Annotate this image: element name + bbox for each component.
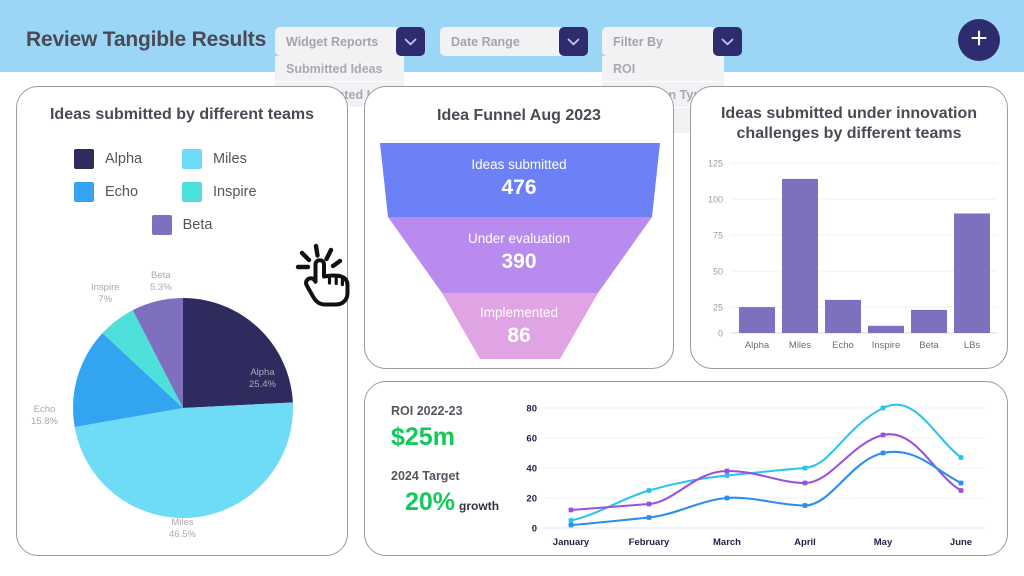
app-header: Review Tangible Results Widget Reports S… [0, 0, 1024, 133]
legend-item-alpha[interactable]: Alpha [74, 149, 182, 169]
x-label-lbs: LBs [964, 340, 981, 351]
legend-label-alpha: Alpha [105, 151, 143, 167]
bar-chart: 125 100 75 50 25 0 Alpha Miles Echo Insp… [691, 145, 1007, 360]
pie-label-inspire: Inspire 7% [91, 282, 120, 306]
target-caption: 2024 Target [391, 469, 460, 483]
chevron-down-icon[interactable] [559, 27, 588, 56]
legend-swatch-miles [182, 149, 202, 169]
bar-beta [911, 309, 947, 333]
funnel-chart-svg [380, 143, 660, 359]
x-label-march: March [713, 537, 741, 548]
line-chart: 80 60 40 20 0 January February March Apr… [515, 388, 1007, 553]
y-tick-75: 75 [713, 231, 723, 241]
legend-label-inspire: Inspire [213, 184, 257, 200]
roi-caption: ROI 2022-23 [391, 404, 463, 418]
roi-summary: ROI 2022-23 $25m 2024 Target 20% growth [391, 404, 519, 517]
bar-echo [825, 299, 861, 333]
dropdown-widget-reports[interactable]: Widget Reports Submitted Ideas Implement… [275, 27, 425, 107]
x-label-miles: Miles [789, 340, 811, 351]
bar-chart-title: Ideas submitted under innovation challen… [720, 105, 978, 143]
chevron-down-icon[interactable] [396, 27, 425, 56]
bar-lbs [954, 213, 990, 333]
y-tick-0: 0 [532, 524, 537, 535]
funnel-chart: Ideas submitted 476 Under evaluation 390… [365, 137, 673, 365]
x-label-alpha: Alpha [745, 340, 770, 351]
target-value-row: 20% growth [405, 488, 519, 517]
x-label-june: June [950, 537, 972, 548]
click-hand-cursor-icon [292, 243, 362, 314]
page-title: Review Tangible Results [26, 28, 267, 51]
x-label-february: February [629, 537, 670, 548]
y-tick-25: 25 [713, 303, 723, 313]
funnel-chart-title: Idea Funnel Aug 2023 [437, 107, 601, 124]
line-series-blue [569, 450, 963, 527]
target-suffix: growth [459, 499, 500, 513]
card-ideas-by-team: Ideas submitted by different teams Alpha… [16, 86, 348, 556]
y-tick-40: 40 [526, 464, 537, 475]
dropdown-widget-reports-field[interactable]: Widget Reports [275, 27, 425, 56]
pie-label-beta: Beta 5.3% [150, 270, 172, 294]
x-label-january: January [553, 537, 590, 548]
legend-label-beta: Beta [182, 217, 213, 233]
pie-label-alpha: Alpha 25.4% [249, 367, 276, 391]
dropdown-date-range[interactable]: Date Range [440, 27, 588, 56]
legend-swatch-alpha [74, 149, 94, 169]
funnel-segment-implemented [442, 293, 598, 359]
x-label-april: April [794, 537, 816, 548]
card-innovation-challenges: Ideas submitted under innovation challen… [690, 86, 1008, 369]
funnel-segment-ideas-submitted [380, 143, 660, 217]
bar-alpha [739, 307, 775, 333]
legend-item-inspire[interactable]: Inspire [182, 182, 290, 202]
y-tick-100: 100 [708, 195, 723, 205]
card-idea-funnel: Idea Funnel Aug 2023 Ideas submitted 476… [364, 86, 674, 369]
pie-label-echo: Echo 15.8% [31, 404, 58, 428]
dropdown-filter-by[interactable]: Filter By ROI Innovation Type Inventor [602, 27, 742, 133]
y-tick-50: 50 [713, 267, 723, 277]
line-chart-svg: 80 60 40 20 0 January February March Apr… [526, 403, 985, 548]
legend-swatch-beta [151, 215, 172, 235]
dropdown-filter-by-label: Filter By [613, 34, 664, 49]
pie-slice-alpha [183, 298, 293, 408]
target-value: 20% [405, 488, 456, 516]
legend-label-miles: Miles [213, 151, 247, 167]
card-roi-trend: ROI 2022-23 $25m 2024 Target 20% growth 8… [364, 381, 1008, 556]
pie-label-miles: Miles 46.5% [169, 517, 196, 541]
dropdown-filter-by-field[interactable]: Filter By [602, 27, 742, 56]
y-tick-80: 80 [526, 404, 537, 415]
dropdown-widget-reports-label: Widget Reports [286, 34, 379, 49]
legend-item-beta[interactable]: Beta [151, 215, 213, 235]
plus-icon [970, 29, 988, 52]
menu-item-roi[interactable]: ROI [602, 56, 724, 81]
legend-label-echo: Echo [105, 184, 139, 200]
legend-swatch-inspire [182, 182, 202, 202]
x-label-may: May [874, 537, 893, 548]
menu-item-submitted-ideas[interactable]: Submitted Ideas [275, 56, 404, 81]
bar-miles [782, 178, 818, 333]
legend-swatch-echo [74, 182, 94, 202]
chevron-down-icon[interactable] [713, 27, 742, 56]
x-label-echo: Echo [832, 340, 854, 351]
line-series-cyan [569, 403, 963, 522]
roi-value: $25m [391, 423, 455, 451]
bar-chart-svg: 125 100 75 50 25 0 Alpha Miles Echo Insp… [708, 159, 997, 351]
y-tick-60: 60 [526, 434, 537, 445]
funnel-segment-under-evaluation [388, 217, 652, 293]
y-tick-20: 20 [526, 494, 537, 505]
bar-inspire [868, 325, 904, 333]
points-series-blue [568, 450, 964, 528]
pie-legend: Alpha Miles Echo Inspire Beta [17, 149, 347, 248]
y-tick-125: 125 [708, 159, 723, 169]
legend-item-echo[interactable]: Echo [74, 182, 182, 202]
dropdown-date-range-field[interactable]: Date Range [440, 27, 588, 56]
dashboard-root: Review Tangible Results Widget Reports S… [0, 0, 1024, 576]
x-label-inspire: Inspire [872, 340, 901, 351]
x-label-beta: Beta [919, 340, 939, 351]
pie-chart-title: Ideas submitted by different teams [49, 106, 315, 123]
y-tick-0: 0 [718, 329, 723, 339]
legend-item-miles[interactable]: Miles [182, 149, 290, 169]
add-button[interactable] [958, 19, 1000, 61]
dropdown-date-range-label: Date Range [451, 34, 520, 49]
